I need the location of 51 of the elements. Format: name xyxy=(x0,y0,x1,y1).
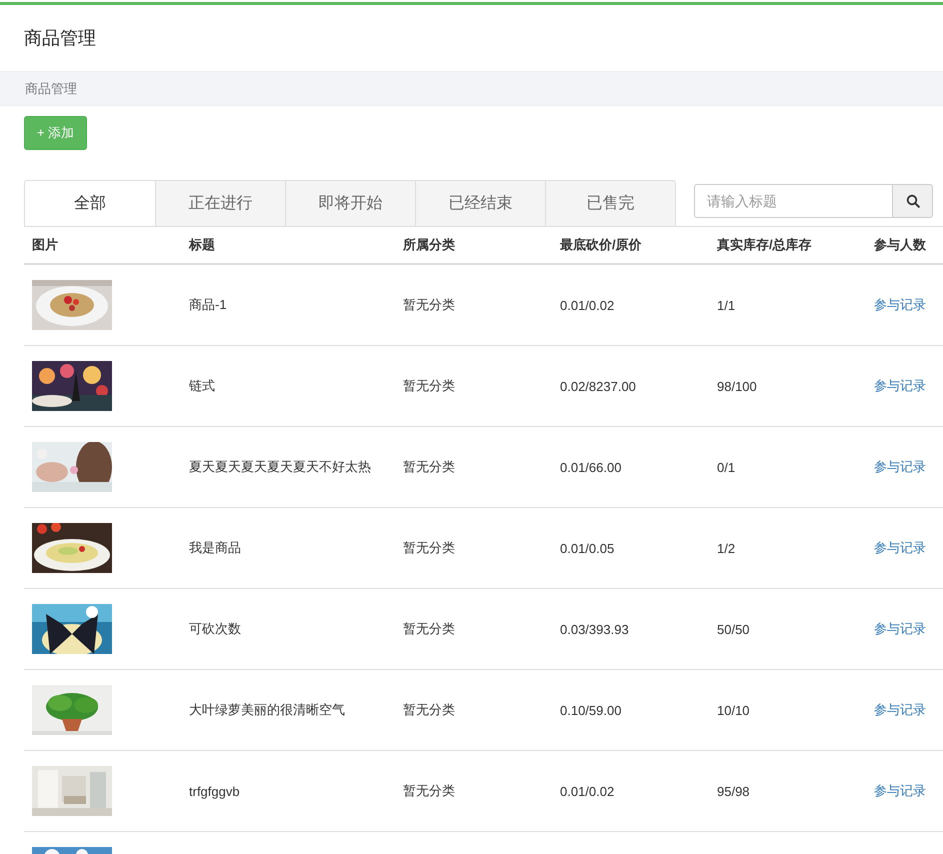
table-cell: 暂无分类 xyxy=(403,701,455,719)
table-cell: 0.10/59.00 xyxy=(560,702,622,718)
table-cell: 商品-1 xyxy=(189,296,227,314)
column-header: 所属分类 xyxy=(403,236,455,254)
column-header: 标题 xyxy=(189,236,215,254)
tab[interactable]: 已经结束 xyxy=(415,181,545,226)
table-cell: 链式 xyxy=(189,377,215,395)
table-cell: 暂无分类 xyxy=(403,782,455,800)
table-cell: 大叶绿萝美丽的很清晰空气 xyxy=(189,701,345,719)
table-cell: 暂无分类 xyxy=(403,377,455,395)
table-cell: 0/1 xyxy=(717,460,736,474)
records-link[interactable]: 参与记录 xyxy=(874,296,926,314)
table-cell: 暂无分类 xyxy=(403,296,455,314)
table-cell: 0.01/66.00 xyxy=(560,460,622,474)
records-link[interactable]: 参与记录 xyxy=(874,620,926,638)
table-cell: 夏天夏天夏天夏天夏天不好太热 xyxy=(189,458,371,476)
column-header: 最底砍价/原价 xyxy=(560,236,642,254)
table-cell: 98/100 xyxy=(717,378,757,394)
table-cell: 暂无分类 xyxy=(403,620,455,638)
table-cell: 50/50 xyxy=(717,622,750,636)
add-button[interactable]: + 添加 xyxy=(24,116,88,150)
column-header: 参与人数 xyxy=(874,236,926,254)
tab[interactable]: 已售完 xyxy=(545,181,675,226)
tab[interactable]: 即将开始 xyxy=(285,181,415,226)
records-link[interactable]: 参与记录 xyxy=(874,539,926,557)
search-icon xyxy=(906,194,920,208)
table-cell: 0.01/0.05 xyxy=(560,540,614,556)
table-cell: 95/98 xyxy=(717,784,750,798)
page-title: 商品管理 xyxy=(24,27,96,50)
table-cell: 10/10 xyxy=(717,702,750,718)
table-cell: trfgfggvb xyxy=(189,784,240,798)
table-cell: 1/2 xyxy=(717,540,736,556)
table-cell: 可砍次数 xyxy=(189,620,241,638)
table-cell: 暂无分类 xyxy=(403,539,455,557)
table-cell: 0.01/0.02 xyxy=(560,298,614,312)
table-cell: 我是商品 xyxy=(189,539,241,557)
table-cell: 0.02/8237.00 xyxy=(560,378,636,394)
search-button[interactable] xyxy=(893,184,933,218)
table-cell: 1/1 xyxy=(717,298,736,312)
records-link[interactable]: 参与记录 xyxy=(874,782,926,800)
tab[interactable]: 正在进行 xyxy=(155,181,285,226)
breadcrumb[interactable]: 商品管理 xyxy=(25,80,77,98)
records-link[interactable]: 参与记录 xyxy=(874,377,926,395)
table-cell: 0.03/393.93 xyxy=(560,622,629,636)
table-cell: 0.01/0.02 xyxy=(560,784,614,798)
records-link[interactable]: 参与记录 xyxy=(874,458,926,476)
records-link[interactable]: 参与记录 xyxy=(874,701,926,719)
search-field[interactable]: 请输入标题 xyxy=(694,184,893,218)
column-header: 图片 xyxy=(32,236,58,254)
column-header: 真实库存/总库存 xyxy=(717,236,812,254)
table-cell: 暂无分类 xyxy=(403,458,455,476)
